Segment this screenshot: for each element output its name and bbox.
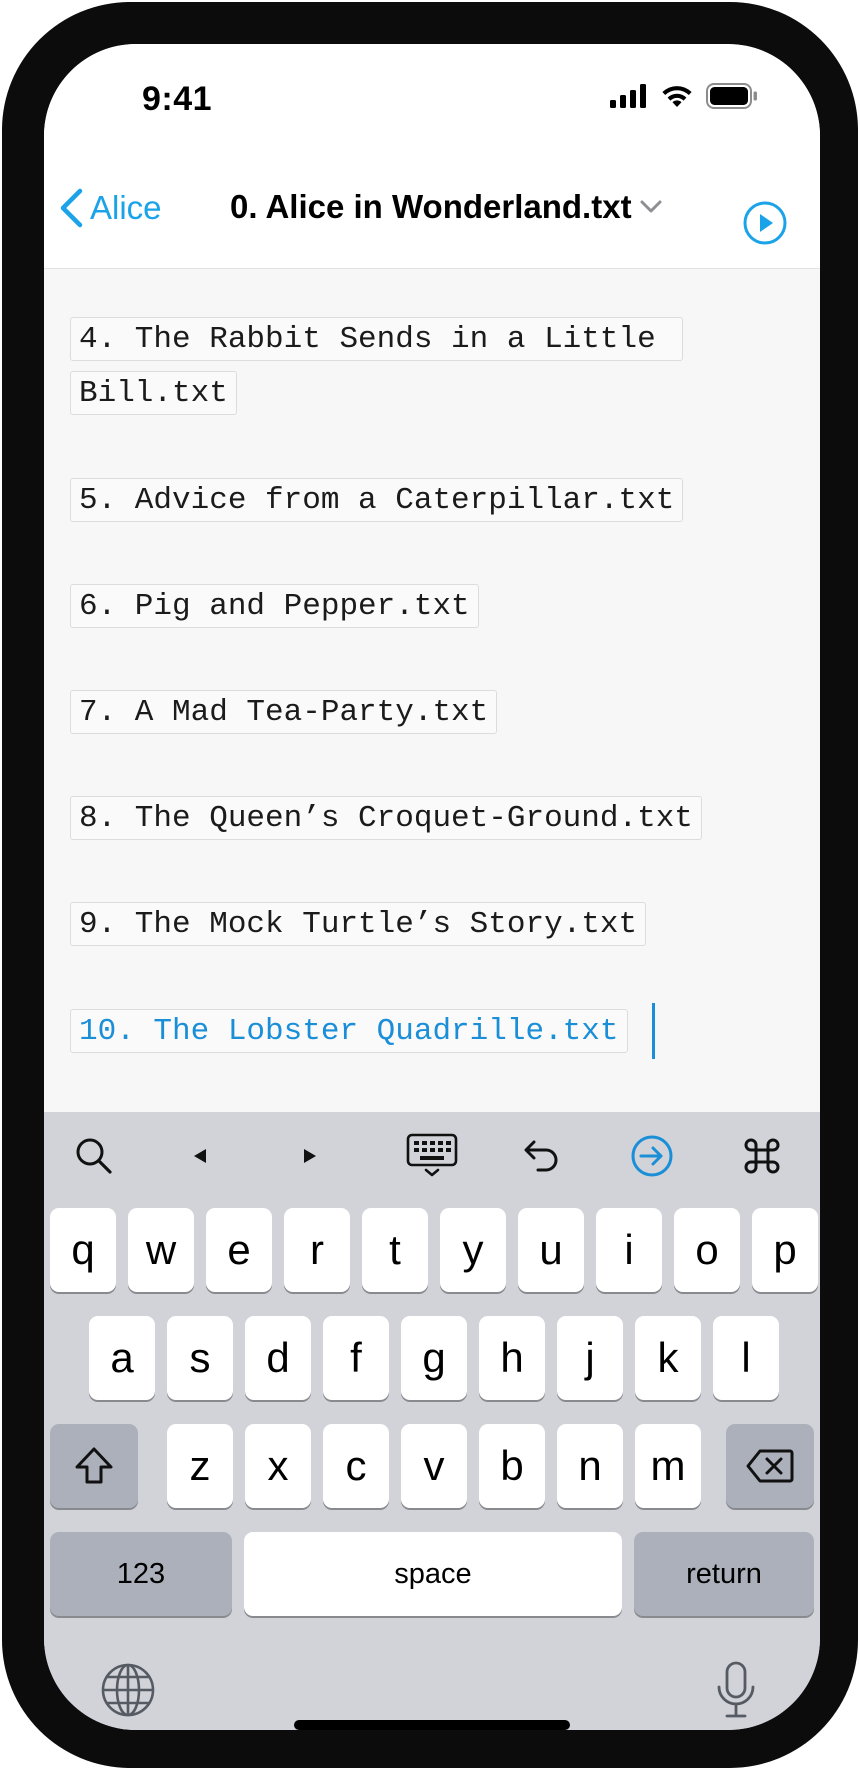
key-l[interactable]: l <box>713 1316 779 1400</box>
command-button[interactable] <box>734 1128 790 1184</box>
shift-icon <box>75 1447 113 1484</box>
screen: 9:41 Alice 0. Alice in Wonderland.txt 4.… <box>44 44 820 1730</box>
key-t[interactable]: t <box>362 1208 428 1292</box>
key-s[interactable]: s <box>167 1316 233 1400</box>
globe-icon <box>101 1663 155 1717</box>
key-b[interactable]: b <box>479 1424 545 1508</box>
tab-forward-icon <box>631 1135 673 1177</box>
key-r[interactable]: r <box>284 1208 350 1292</box>
key-f[interactable]: f <box>323 1316 389 1400</box>
document-title-menu[interactable]: 0. Alice in Wonderland.txt <box>230 182 662 232</box>
battery-icon <box>706 83 757 109</box>
text-editor[interactable]: 4. The Rabbit Sends in a Little Bill.txt… <box>44 269 820 1112</box>
arrow-left-icon <box>194 1149 206 1163</box>
dismiss-keyboard-button[interactable] <box>404 1128 460 1184</box>
return-key[interactable]: return <box>634 1532 814 1616</box>
keyboard: q w e r t y u i o p a s d f g h j k l z … <box>44 1112 820 1730</box>
status-icons <box>610 80 770 112</box>
cursor-left-button[interactable] <box>172 1128 228 1184</box>
wifi-icon <box>662 86 692 107</box>
file-link[interactable]: 9. The Mock Turtle’s Story.txt <box>70 902 647 946</box>
file-link[interactable]: 5. Advice from a Caterpillar.txt <box>70 478 684 522</box>
key-h[interactable]: h <box>479 1316 545 1400</box>
file-link-active[interactable]: 10. The Lobster Quadrille.txt <box>70 1009 628 1053</box>
keyboard-dismiss-icon <box>406 1133 458 1177</box>
key-e[interactable]: e <box>206 1208 272 1292</box>
cursor-right-button[interactable] <box>282 1128 338 1184</box>
back-label: Alice <box>90 189 162 226</box>
text-caret <box>652 1003 655 1059</box>
file-link[interactable]: 4. The Rabbit Sends in a Little <box>70 317 684 361</box>
chevron-left-icon <box>60 188 83 228</box>
key-o[interactable]: o <box>674 1208 740 1292</box>
key-g[interactable]: g <box>401 1316 467 1400</box>
delete-key[interactable] <box>726 1424 814 1508</box>
chevron-down-icon <box>640 200 662 213</box>
home-indicator[interactable] <box>294 1720 570 1730</box>
arrow-right-icon <box>304 1149 316 1163</box>
key-p[interactable]: p <box>752 1208 818 1292</box>
space-key[interactable]: space <box>244 1532 622 1616</box>
back-button[interactable]: Alice <box>58 184 162 232</box>
microphone-icon <box>717 1661 755 1718</box>
key-x[interactable]: x <box>245 1424 311 1508</box>
key-q[interactable]: q <box>50 1208 116 1292</box>
document-title: 0. Alice in Wonderland.txt <box>230 188 632 225</box>
run-button[interactable] <box>742 200 788 246</box>
play-circle-icon <box>743 201 787 245</box>
file-link[interactable]: Bill.txt <box>70 371 237 415</box>
status-bar: 9:41 <box>44 44 820 154</box>
status-time: 9:41 <box>142 80 213 118</box>
navigation-bar: Alice 0. Alice in Wonderland.txt <box>44 154 820 269</box>
keyboard-toolbar <box>44 1112 820 1196</box>
tab-forward-button[interactable] <box>624 1128 680 1184</box>
search-icon <box>76 1138 112 1174</box>
key-m[interactable]: m <box>635 1424 701 1508</box>
undo-button[interactable] <box>514 1128 570 1184</box>
file-link[interactable]: 7. A Mad Tea-Party.txt <box>70 690 498 734</box>
key-v[interactable]: v <box>401 1424 467 1508</box>
file-link[interactable]: 6. Pig and Pepper.txt <box>70 584 479 628</box>
key-a[interactable]: a <box>89 1316 155 1400</box>
key-y[interactable]: y <box>440 1208 506 1292</box>
dictation-button[interactable] <box>706 1660 766 1720</box>
key-d[interactable]: d <box>245 1316 311 1400</box>
key-u[interactable]: u <box>518 1208 584 1292</box>
key-c[interactable]: c <box>323 1424 389 1508</box>
undo-icon <box>524 1140 558 1172</box>
device-frame: 9:41 Alice 0. Alice in Wonderland.txt 4.… <box>2 2 858 1768</box>
key-w[interactable]: w <box>128 1208 194 1292</box>
cellular-signal-icon <box>610 84 646 108</box>
globe-button[interactable] <box>98 1660 158 1720</box>
key-j[interactable]: j <box>557 1316 623 1400</box>
search-button[interactable] <box>66 1128 122 1184</box>
key-z[interactable]: z <box>167 1424 233 1508</box>
file-link[interactable]: 8. The Queen’s Croquet-Ground.txt <box>70 796 702 840</box>
numbers-key[interactable]: 123 <box>50 1532 232 1616</box>
command-icon <box>744 1138 780 1174</box>
shift-key[interactable] <box>50 1424 138 1508</box>
key-n[interactable]: n <box>557 1424 623 1508</box>
backspace-icon <box>746 1449 794 1483</box>
key-k[interactable]: k <box>635 1316 701 1400</box>
key-i[interactable]: i <box>596 1208 662 1292</box>
